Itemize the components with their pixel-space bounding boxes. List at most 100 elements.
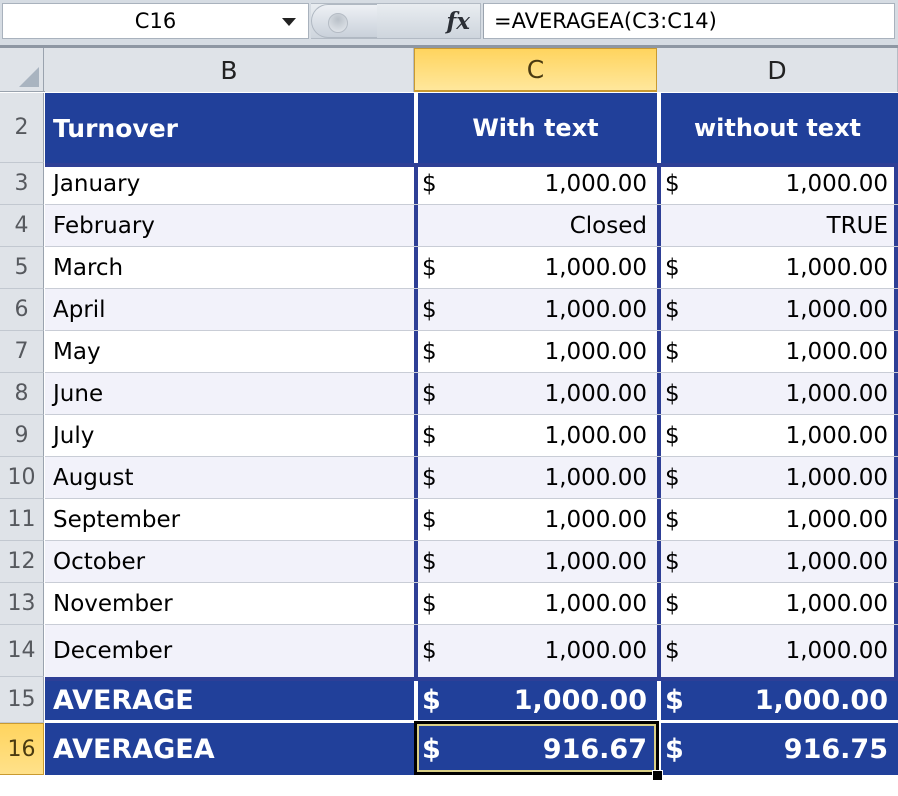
cell-c11[interactable]: $1,000.00 [414,499,657,541]
cell-value: without text [693,114,862,142]
cell-month-7[interactable]: May [45,331,414,373]
cell-c15[interactable]: $1,000.00 [414,677,657,723]
cell-month-6[interactable]: April [45,289,414,331]
chevron-down-icon[interactable] [282,18,296,26]
cell-month-13[interactable]: November [45,583,414,625]
table-header-with-text[interactable]: With text [414,93,657,163]
row-header-7[interactable]: 7 [0,331,44,373]
currency-symbol: $ [422,297,437,323]
select-all-corner[interactable] [0,48,44,92]
currency-symbol: $ [665,255,680,281]
total-separator-bc-1 [414,723,418,775]
select-all-triangle-icon [19,67,39,87]
cell-d10[interactable]: $1,000.00 [657,457,898,499]
currency-symbol: $ [422,507,437,533]
cell-d16[interactable]: $916.75 [657,723,898,775]
currency-symbol: $ [665,423,680,449]
cell-c12[interactable]: $1,000.00 [414,541,657,583]
cell-d4[interactable]: TRUE [657,205,898,247]
cell-value: March [53,255,124,281]
cell-value: January [53,171,141,197]
cell-total-label-15[interactable]: AVERAGE [45,677,414,723]
column-header-d[interactable]: D [657,48,898,92]
formula-bar-toggle[interactable] [311,4,377,38]
row-divider-8 [45,372,898,373]
cell-c3[interactable]: $1,000.00 [414,163,657,205]
currency-symbol: $ [422,255,437,281]
row-header-13[interactable]: 13 [0,583,44,625]
row-header-9[interactable]: 9 [0,415,44,457]
table-header-turnover[interactable]: Turnover [45,93,414,163]
cell-d9[interactable]: $1,000.00 [657,415,898,457]
header-separator-cd [657,93,661,163]
cell-d6[interactable]: $1,000.00 [657,289,898,331]
row-header-11[interactable]: 11 [0,499,44,541]
cell-value: February [53,213,155,239]
row-header-16[interactable]: 16 [0,723,44,775]
cell-c8[interactable]: $1,000.00 [414,373,657,415]
cell-c4[interactable]: Closed [414,205,657,247]
cell-value: May [53,339,101,365]
cell-c7[interactable]: $1,000.00 [414,331,657,373]
insert-function-icon[interactable]: fx [446,8,470,35]
name-box[interactable]: C16 [2,3,309,39]
cell-value: 1,000.00 [785,549,888,575]
cell-value: April [53,297,106,323]
column-header-label: B [220,55,238,85]
row-header-12[interactable]: 12 [0,541,44,583]
row-header-label: 9 [14,423,29,448]
cell-d12[interactable]: $1,000.00 [657,541,898,583]
cell-d15[interactable]: $1,000.00 [657,677,898,723]
cell-c13[interactable]: $1,000.00 [414,583,657,625]
currency-symbol: $ [422,733,441,765]
cell-value: TRUE [826,213,888,239]
cell-d5[interactable]: $1,000.00 [657,247,898,289]
cell-month-14[interactable]: December [45,625,414,677]
column-header-c[interactable]: C [414,48,657,92]
cell-d13[interactable]: $1,000.00 [657,583,898,625]
row-header-14[interactable]: 14 [0,625,44,677]
row-header-5[interactable]: 5 [0,247,44,289]
cell-c10[interactable]: $1,000.00 [414,457,657,499]
cell-month-4[interactable]: February [45,205,414,247]
cell-month-12[interactable]: October [45,541,414,583]
column-header-b[interactable]: B [45,48,414,92]
row-header-2[interactable]: 2 [0,93,44,163]
cell-month-9[interactable]: July [45,415,414,457]
currency-symbol: $ [422,684,441,716]
cell-month-10[interactable]: August [45,457,414,499]
currency-symbol: $ [665,733,684,765]
currency-symbol: $ [422,171,437,197]
row-header-4[interactable]: 4 [0,205,44,247]
cell-d11[interactable]: $1,000.00 [657,499,898,541]
formula-input[interactable]: =AVERAGEA(C3:C14) [483,3,895,39]
spreadsheet-grid: B C D 2 3 4 5 6 7 8 9 10 11 12 13 14 15 16 Turnover With … [0,45,898,796]
cell-value: 1,000.00 [785,423,888,449]
table-header-without-text[interactable]: without text [657,93,898,163]
cell-d8[interactable]: $1,000.00 [657,373,898,415]
cell-d14[interactable]: $1,000.00 [657,625,898,677]
cell-d3[interactable]: $1,000.00 [657,163,898,205]
row-header-label: 15 [7,687,36,712]
cell-month-11[interactable]: September [45,499,414,541]
row-header-6[interactable]: 6 [0,289,44,331]
cell-c6[interactable]: $1,000.00 [414,289,657,331]
cell-value: 1,000.00 [754,684,888,716]
cell-c14[interactable]: $1,000.00 [414,625,657,677]
row-header-10[interactable]: 10 [0,457,44,499]
cell-total-label-16[interactable]: AVERAGEA [45,723,414,775]
cell-c9[interactable]: $1,000.00 [414,415,657,457]
row-header-label: 11 [7,507,36,532]
cell-c16[interactable]: $916.67 [414,723,657,775]
row-header-3[interactable]: 3 [0,163,44,205]
cell-c5[interactable]: $1,000.00 [414,247,657,289]
row-divider-14 [45,624,898,625]
cell-d7[interactable]: $1,000.00 [657,331,898,373]
row-header-8[interactable]: 8 [0,373,44,415]
fill-handle[interactable] [652,770,663,781]
cell-month-3[interactable]: January [45,163,414,205]
cell-month-5[interactable]: March [45,247,414,289]
cell-month-8[interactable]: June [45,373,414,415]
row-header-15[interactable]: 15 [0,677,44,723]
row-divider-12 [45,540,898,541]
